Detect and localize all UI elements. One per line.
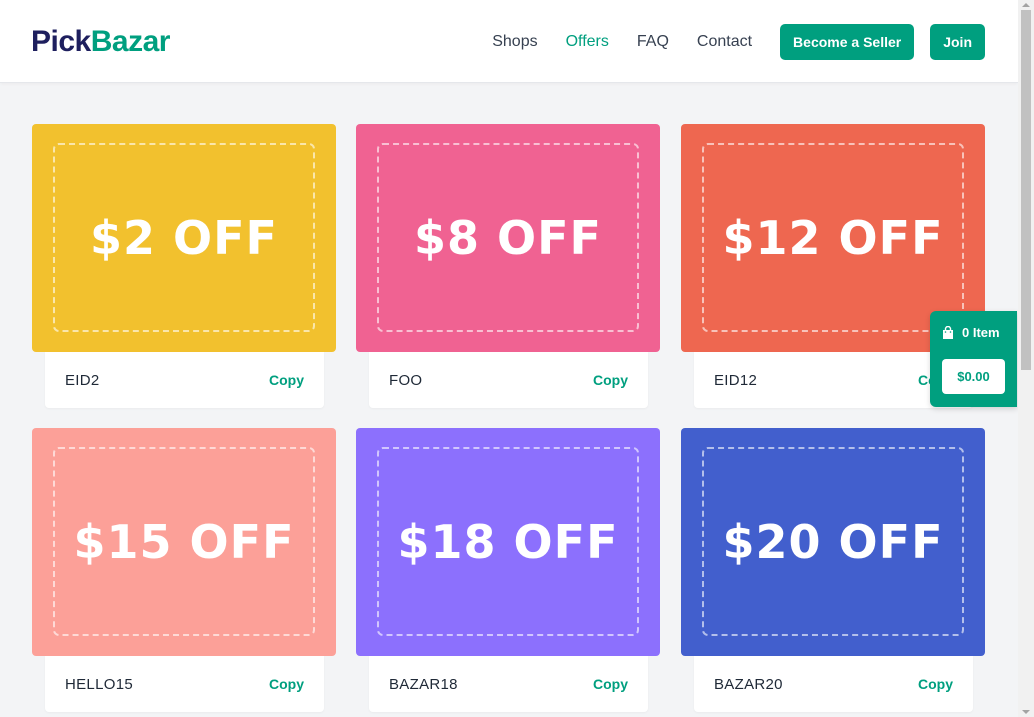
- coupon-amount: $15 OFF: [73, 515, 295, 569]
- scrollbar-thumb[interactable]: [1021, 10, 1031, 370]
- brand-logo[interactable]: PickBazar: [31, 24, 170, 60]
- coupon-card: $18 OFF BAZAR18 Copy: [356, 428, 660, 712]
- cart-count: 0 Item: [942, 325, 1000, 340]
- coupon-banner: $18 OFF: [356, 428, 660, 656]
- coupon-amount: $12 OFF: [722, 211, 944, 265]
- coupon-code: EID12: [714, 371, 758, 389]
- coupon-banner: $15 OFF: [32, 428, 336, 656]
- copy-code-button[interactable]: Copy: [593, 372, 628, 388]
- cart-total: $0.00: [942, 359, 1005, 394]
- coupon-amount: $18 OFF: [397, 515, 619, 569]
- coupon-card: $2 OFF EID2 Copy: [32, 124, 336, 408]
- coupon-card: $8 OFF FOO Copy: [356, 124, 660, 408]
- scroll-up-arrow-icon[interactable]: [1022, 3, 1030, 7]
- coupon-code-bar: BAZAR20 Copy: [694, 656, 973, 712]
- copy-code-button[interactable]: Copy: [269, 676, 304, 692]
- coupon-code: BAZAR18: [389, 675, 458, 693]
- coupon-code: FOO: [389, 371, 423, 389]
- coupon-banner: $20 OFF: [681, 428, 985, 656]
- coupon-code-bar: BAZAR18 Copy: [369, 656, 648, 712]
- coupon-amount: $2 OFF: [90, 211, 278, 265]
- coupon-code-bar: EID2 Copy: [45, 352, 324, 408]
- coupon-banner: $2 OFF: [32, 124, 336, 352]
- become-seller-button[interactable]: Become a Seller: [780, 24, 915, 60]
- coupon-amount: $20 OFF: [722, 515, 944, 569]
- copy-code-button[interactable]: Copy: [918, 676, 953, 692]
- page-scrollbar[interactable]: [1018, 0, 1034, 717]
- shopping-bag-icon: [943, 325, 953, 339]
- coupon-amount: $8 OFF: [414, 211, 602, 265]
- nav-link-shops[interactable]: Shops: [492, 33, 537, 51]
- coupon-card: $20 OFF BAZAR20 Copy: [681, 428, 985, 712]
- brand-logo-part2: Bazar: [90, 25, 171, 58]
- coupon-code: EID2: [65, 371, 100, 389]
- scroll-down-arrow-icon[interactable]: [1022, 710, 1030, 714]
- main-nav: Shops Offers FAQ Contact Become a Seller…: [492, 24, 985, 60]
- coupon-code: HELLO15: [65, 675, 133, 693]
- join-button[interactable]: Join: [930, 24, 985, 60]
- site-header: PickBazar Shops Offers FAQ Contact Becom…: [0, 0, 1018, 83]
- coupon-banner: $8 OFF: [356, 124, 660, 352]
- cart-count-label: 0 Item: [962, 325, 1000, 340]
- coupon-code: BAZAR20: [714, 675, 783, 693]
- coupon-code-bar: HELLO15 Copy: [45, 656, 324, 712]
- nav-link-contact[interactable]: Contact: [697, 33, 752, 51]
- cart-summary-button[interactable]: 0 Item $0.00: [930, 311, 1017, 407]
- brand-logo-part1: Pick: [31, 25, 91, 58]
- coupon-card: $15 OFF HELLO15 Copy: [32, 428, 336, 712]
- nav-link-faq[interactable]: FAQ: [637, 33, 669, 51]
- copy-code-button[interactable]: Copy: [269, 372, 304, 388]
- coupon-code-bar: FOO Copy: [369, 352, 648, 408]
- nav-link-offers[interactable]: Offers: [566, 33, 609, 51]
- copy-code-button[interactable]: Copy: [593, 676, 628, 692]
